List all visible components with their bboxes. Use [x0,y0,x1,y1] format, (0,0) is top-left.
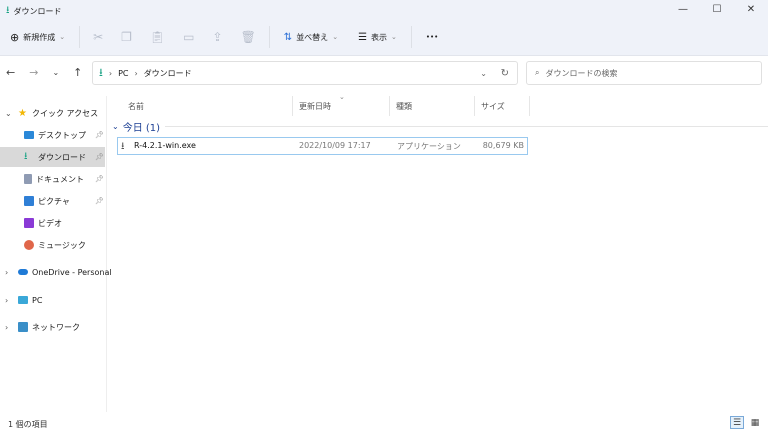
sort-button[interactable]: ⇅ 並べ替え ⌄ [274,25,348,49]
installer-icon: ⭳ [121,141,125,152]
search-input[interactable]: ⌕ ダウンロードの検索 [526,61,762,85]
command-bar: ⊕ 新規作成 ⌄ ✂ ❐ 📋︎ ▭ ⇪ 🗑︎ ⇅ 並べ替え ⌄ ☰ 表示 ⌄ ••• [0,24,448,50]
chevron-down-icon: ⌄ [112,122,119,131]
clipboard-icon: 📋︎ [149,30,166,44]
list-view-icon: ☰ [358,31,368,43]
rename-button[interactable]: ▭ [174,25,203,49]
cut-button[interactable]: ✂ [84,25,112,49]
music-icon [24,240,34,250]
chevron-right-icon: › [108,68,113,78]
title-bar: ⭳ ダウンロード [6,3,62,20]
download-icon: ⭳ [24,150,28,162]
network-icon [18,322,28,332]
column-date[interactable]: 更新日時 ⌄ [293,93,390,116]
tiles-view-button[interactable]: ▦ [748,416,762,429]
copy-button[interactable]: ❐ [112,25,141,49]
plus-circle-icon: ⊕ [10,30,20,44]
chevron-down-icon: ⌄ [59,33,66,41]
new-button[interactable]: ⊕ 新規作成 ⌄ [0,25,75,49]
view-button[interactable]: ☰ 表示 ⌄ [348,25,407,49]
download-icon: ⭳ [99,65,103,79]
sidebar-item-videos[interactable]: ビデオ [0,213,105,233]
group-divider [165,126,768,127]
breadcrumb-pc[interactable]: PC [118,69,128,78]
file-size: 80,679 KB [482,141,524,150]
sidebar-item-onedrive[interactable]: › OneDrive - Personal [0,262,112,282]
paste-button[interactable]: 📋︎ [141,25,174,49]
sidebar-item-pictures[interactable]: ピクチャ 📌︎ [0,191,105,211]
forward-button[interactable]: → [29,66,38,79]
file-name: R-4.2.1-win.exe [134,141,196,150]
chevron-right-icon: › [5,267,9,277]
copy-icon: ❐ [121,30,132,44]
pin-icon: 📌︎ [95,197,104,205]
column-type[interactable]: 種類 [390,96,475,116]
sidebar-item-pc[interactable]: › PC [0,290,105,310]
title-toolbar-area: ⭳ ダウンロード — ☐ ✕ ⊕ 新規作成 ⌄ ✂ ❐ 📋︎ ▭ ⇪ 🗑︎ ⇅ 並べ替… [0,0,768,56]
chevron-down-icon: ⌄ [391,33,397,41]
chevron-down-icon: ⌄ [332,33,339,41]
recent-chevron-button[interactable]: ⌄ [52,68,59,77]
desktop-icon [24,131,34,139]
details-view-button[interactable]: ☰ [730,416,744,429]
scissors-icon: ✂ [93,30,104,44]
address-bar[interactable]: ⭳ › PC › ダウンロード ⌄ ↻ [92,61,518,85]
picture-icon [24,196,34,206]
delete-button[interactable]: 🗑︎ [232,25,265,49]
file-type: アプリケーション [397,142,461,151]
sort-chevron-icon: ⌄ [339,93,345,101]
cloud-icon [18,269,28,275]
video-icon [24,218,34,228]
share-icon: ⇪ [212,30,223,44]
navigation-pane: ⌄ ★ クイック アクセス デスクトップ 📌︎ ⭳ ダウンロード 📌︎ ドキュメント 📌︎ … [0,96,112,412]
pin-icon: 📌︎ [95,131,104,139]
sidebar-item-network[interactable]: › ネットワーク [0,317,105,337]
column-name[interactable]: 名前 [122,96,293,116]
status-item-count: 1 個の項目 [8,420,48,429]
window-title: ダウンロード [13,7,62,16]
group-header-today[interactable]: ⌄ 今日 (1) [112,119,160,134]
sidebar-quick-access[interactable]: ⌄ ★ クイック アクセス [0,103,105,123]
chevron-down-icon: ⌄ [5,108,12,118]
search-icon: ⌕ [535,68,540,77]
up-button[interactable]: ↑ [73,66,82,79]
chevron-right-icon: › [5,295,9,305]
share-button[interactable]: ⇪ [204,25,232,49]
trash-icon: 🗑︎ [240,30,256,44]
document-icon [24,174,32,184]
navigation-buttons: ← → ⌄ ↑ [6,66,82,79]
monitor-icon [18,296,28,304]
chevron-right-icon: › [134,68,138,78]
rename-icon: ▭ [183,30,195,44]
sidebar-item-music[interactable]: ミュージック [0,235,105,255]
chevron-right-icon: › [5,322,9,332]
more-button[interactable]: ••• [416,25,448,49]
download-icon: ⭳ [6,5,10,16]
pin-icon: 📌︎ [95,153,104,161]
sidebar-item-documents[interactable]: ドキュメント 📌︎ [0,169,105,189]
maximize-button[interactable]: ☐ [700,0,734,18]
address-dropdown-button[interactable]: ⌄ [480,69,487,78]
back-button[interactable]: ← [6,66,15,79]
column-headers: 名前 更新日時 ⌄ 種類 サイズ [107,93,768,116]
refresh-button[interactable]: ↻ [501,68,509,79]
column-size[interactable]: サイズ [475,96,530,116]
star-icon: ★ [18,107,27,119]
minimize-button[interactable]: — [666,0,700,18]
pin-icon: 📌︎ [95,175,104,183]
sidebar-item-desktop[interactable]: デスクトップ 📌︎ [0,125,105,145]
breadcrumb-downloads[interactable]: ダウンロード [144,68,192,79]
close-button[interactable]: ✕ [734,0,768,18]
file-row[interactable]: ⭳ R-4.2.1-win.exe 2022/10/09 17:17 アプリケー… [117,137,528,155]
sort-icon: ⇅ [283,31,293,43]
sidebar-item-downloads[interactable]: ⭳ ダウンロード 📌︎ [0,147,105,167]
file-date: 2022/10/09 17:17 [299,141,371,150]
